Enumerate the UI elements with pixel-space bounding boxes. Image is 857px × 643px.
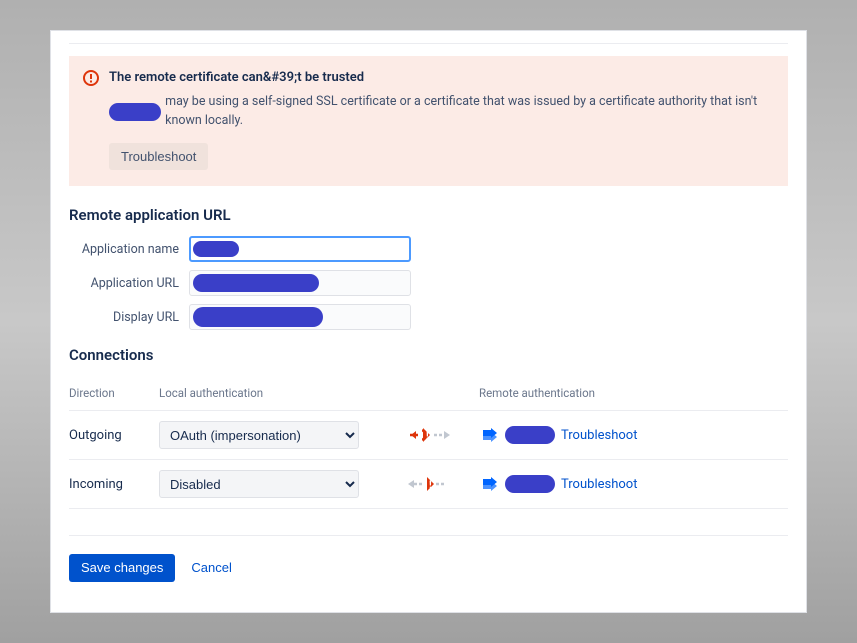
- alert-title: The remote certificate can&#39;t be trus…: [109, 70, 770, 85]
- troubleshoot-link-outgoing[interactable]: Troubleshoot: [561, 428, 637, 443]
- alert-troubleshoot-button[interactable]: Troubleshoot: [109, 143, 208, 171]
- incoming-status-icons: !: [379, 475, 479, 493]
- alert-body-text: may be using a self-signed SSL certifica…: [165, 93, 770, 131]
- redacted-remote-incoming: [505, 475, 555, 493]
- arrow-left-icon: !: [408, 475, 450, 493]
- remote-url-heading: Remote application URL: [69, 206, 788, 224]
- alert-body: may be using a self-signed SSL certifica…: [109, 93, 770, 131]
- cancel-button[interactable]: Cancel: [183, 554, 239, 582]
- app-name-input[interactable]: [189, 236, 411, 262]
- svg-text:!: !: [429, 480, 432, 491]
- error-icon: [83, 70, 99, 86]
- save-button[interactable]: Save changes: [69, 554, 175, 582]
- app-name-label: Application name: [69, 242, 189, 257]
- redacted-name: [109, 103, 161, 121]
- col-remote-header: Remote authentication: [479, 386, 788, 400]
- svg-text:!: !: [426, 431, 429, 442]
- direction-outgoing: Outgoing: [69, 428, 159, 443]
- outgoing-status-icons: !: [379, 426, 479, 444]
- remote-app-icon: [479, 426, 499, 444]
- remote-app-icon: [479, 475, 499, 493]
- local-auth-select-outgoing[interactable]: OAuth (impersonation): [159, 421, 359, 449]
- col-direction-header: Direction: [69, 386, 159, 400]
- redacted-remote-outgoing: [505, 426, 555, 444]
- local-auth-select-incoming[interactable]: Disabled: [159, 470, 359, 498]
- connections-heading: Connections: [69, 346, 788, 364]
- display-url-input[interactable]: [189, 304, 411, 330]
- app-url-label: Application URL: [69, 276, 189, 291]
- col-local-header: Local authentication: [159, 386, 379, 400]
- certificate-alert: The remote certificate can&#39;t be trus…: [69, 56, 788, 186]
- display-url-label: Display URL: [69, 310, 189, 325]
- form-actions: Save changes Cancel: [69, 535, 788, 582]
- app-url-input[interactable]: [189, 270, 411, 296]
- display-url-row: Display URL: [69, 304, 788, 330]
- connection-row-incoming: Incoming Disabled ! Troubleshoot: [69, 460, 788, 509]
- config-panel: The remote certificate can&#39;t be trus…: [50, 30, 807, 613]
- connection-row-outgoing: Outgoing OAuth (impersonation) !: [69, 411, 788, 460]
- troubleshoot-link-incoming[interactable]: Troubleshoot: [561, 477, 637, 492]
- app-url-row: Application URL: [69, 270, 788, 296]
- app-name-row: Application name: [69, 236, 788, 262]
- connections-header-row: Direction Local authentication Remote au…: [69, 376, 788, 411]
- top-divider: [69, 43, 788, 44]
- direction-incoming: Incoming: [69, 477, 159, 492]
- arrow-right-icon: !: [408, 426, 450, 444]
